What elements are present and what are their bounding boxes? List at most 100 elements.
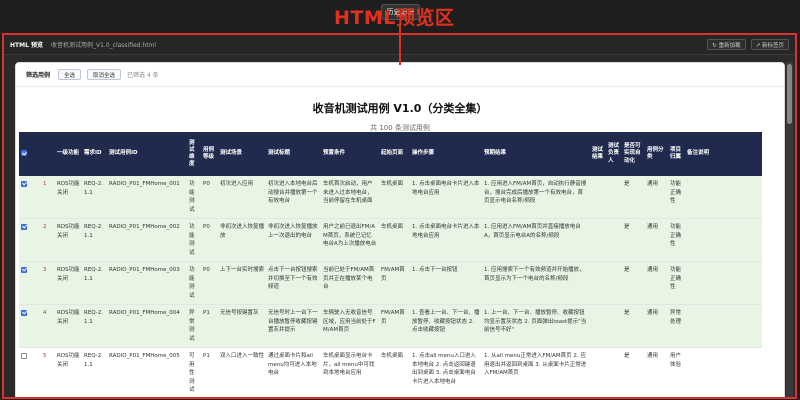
- header-col-notes: 备注说明: [685, 132, 762, 176]
- cell-title: 点击下一台按钮搜索并切换至下一个有效频道: [266, 261, 321, 306]
- html-preview-panel: HTML 预览 收音机测试用例_V1.0_classified.html ↻ 重…: [2, 33, 797, 399]
- row-checkbox-cell[interactable]: [19, 176, 41, 220]
- cell-expected: 1. 应用进入FM/AM首页，自动执行静音搜台，搜台完成后播放第一个有效电台，首…: [482, 176, 590, 220]
- cell-expected: 1. 应用进入FM/AM首页并直接播放电台A，首页显示电台A的名称/频段: [482, 218, 590, 263]
- cell-steps: 1. 点击桌面电台卡片进入本地电台应用: [410, 218, 482, 263]
- reload-button[interactable]: ↻ 重新加载: [707, 39, 746, 50]
- cell-precondition: 车机首次启动，用户未进入过本地电台，当前停留在车机桌面: [321, 176, 379, 220]
- table-row[interactable]: 5 RDS功能关闭 REQ-2.1.1 RADIO_P01_FMHome_005 可用性…: [19, 347, 762, 397]
- cell-row-number: 3: [41, 261, 55, 306]
- cell-dimension: 可用性测试: [187, 347, 201, 397]
- row-checkbox-cell[interactable]: [19, 261, 41, 306]
- row-checkbox[interactable]: [21, 180, 27, 187]
- cell-notes: [685, 261, 762, 306]
- cell-expected: 1. 从all menu正常进入FM/AM首页 2. 应用退出并返回到桌面 3.…: [482, 347, 590, 397]
- cell-case-id: RADIO_P01_FMHome_003: [107, 261, 187, 306]
- cell-function: RDS功能关闭: [55, 304, 82, 349]
- header-index-col: [41, 132, 55, 176]
- cell-project: 功能正确性: [668, 176, 685, 220]
- cell-automation: 是: [622, 261, 645, 306]
- preview-filename: 收音机测试用例_V1.0_classified.html: [51, 42, 157, 49]
- cell-category: 通用: [645, 176, 668, 220]
- cell-title: 通过桌面卡片和all menu均可进入本地电台: [266, 347, 321, 397]
- header-select-all-checkbox[interactable]: [19, 132, 41, 176]
- table-row[interactable]: 1 RDS功能关闭 REQ-2.1.1 RADIO_P01_FMHome_001 功能测…: [19, 176, 762, 220]
- new-tab-button[interactable]: ↗ 新标签页: [750, 39, 789, 50]
- cell-req-id: REQ-2.1.1: [82, 304, 107, 349]
- cell-case-id: RADIO_P01_FMHome_002: [107, 218, 187, 263]
- cell-row-number: 2: [41, 218, 55, 263]
- cell-notes: [685, 347, 762, 397]
- table-row[interactable]: 3 RDS功能关闭 REQ-2.1.1 RADIO_P01_FMHome_003 功能测…: [19, 261, 762, 306]
- cell-notes: [685, 176, 762, 220]
- cell-automation: 是: [622, 218, 645, 263]
- header-col-category: 用例分类: [645, 132, 668, 176]
- cell-level: P0: [201, 261, 218, 306]
- cell-owner: [606, 218, 622, 263]
- header-col-auto: 是否可实现自动化: [622, 132, 645, 176]
- cell-owner: [606, 176, 622, 220]
- select-all-button[interactable]: 全选: [58, 69, 82, 80]
- row-checkbox[interactable]: [21, 266, 27, 273]
- cell-notes: [685, 304, 762, 349]
- header-col-scene: 测试场景: [218, 132, 266, 176]
- table-row[interactable]: 2 RDS功能关闭 REQ-2.1.1 RADIO_P01_FMHome_002 功能测…: [19, 218, 762, 263]
- cell-req-id: REQ-2.1.1: [82, 176, 107, 220]
- cell-scene: 上下一台实时搜索: [218, 261, 266, 306]
- cell-start-page: 车机桌面: [379, 347, 410, 397]
- cell-case-id: RADIO_P01_FMHome_004: [107, 304, 187, 349]
- cell-function: RDS功能关闭: [55, 261, 82, 306]
- vertical-scrollbar[interactable]: [786, 62, 793, 397]
- cell-category: 通用: [645, 304, 668, 349]
- cell-function: RDS功能关闭: [55, 176, 82, 220]
- filter-status: 已筛选 4 条: [127, 72, 159, 79]
- deselect-all-button[interactable]: 取消全选: [87, 69, 122, 80]
- cell-steps: 1. 点击all menu入口进入本地电台 2. 点击返回键退出到桌面 3. 点…: [410, 347, 482, 397]
- filter-toolbar: 筛选用例 全选 取消全选 已筛选 4 条: [16, 63, 784, 87]
- cell-case-id: RADIO_P01_FMHome_001: [107, 176, 187, 220]
- cell-expected: 1. 应用搜索下一个有效频道并开始播放，首页显示为下一个电台的名称/频段: [482, 261, 590, 306]
- cell-result: [590, 261, 606, 306]
- row-checkbox-cell[interactable]: [19, 347, 41, 397]
- select-all-checkbox[interactable]: [21, 150, 27, 157]
- row-checkbox[interactable]: [21, 309, 27, 316]
- cell-level: P0: [201, 176, 218, 220]
- cell-steps: 1. 点击桌面电台卡片进入本地电台应用: [410, 176, 482, 220]
- cell-dimension: 功能测试: [187, 261, 201, 306]
- header-col-case-id: 测试用例ID: [107, 132, 187, 176]
- annotation-arrow-line: [399, 26, 401, 65]
- preview-area-annotation: HTML预览区: [334, 7, 455, 29]
- cell-automation: 是: [622, 176, 645, 220]
- cell-project: 异常处理: [668, 304, 685, 349]
- cell-level: P1: [201, 304, 218, 349]
- row-checkbox-cell[interactable]: [19, 304, 41, 349]
- cell-title: 初次进入本地电台后动搜台并播放第一个有效电台: [266, 176, 321, 220]
- table-row[interactable]: 4 RDS功能关闭 REQ-2.1.1 RADIO_P01_FMHome_004 异常测…: [19, 304, 762, 349]
- cell-category: 通用: [645, 218, 668, 263]
- cell-scene: 初次进入应用: [218, 176, 266, 220]
- cell-level: P0: [201, 218, 218, 263]
- cell-row-number: 5: [41, 347, 55, 397]
- row-checkbox[interactable]: [21, 223, 27, 230]
- cell-precondition: 车辆驶入无收音信号区域，应用当前处于FM/AM首页: [321, 304, 379, 349]
- cell-function: RDS功能关闭: [55, 347, 82, 397]
- header-col-expected: 预期结果: [482, 132, 590, 176]
- cell-title: 无信号时上一台下一台播放暂停收藏按键置灰并提示: [266, 304, 321, 349]
- header-col-function: 一级功能: [55, 132, 82, 176]
- document-title: 收音机测试用例 V1.0（分类全集）: [312, 102, 488, 115]
- cell-expected: 1. 上一台、下一台、播放暂停、收藏按钮均显示置灰状态 2. 页面弹出toast…: [482, 304, 590, 349]
- filter-label: 筛选用例: [26, 72, 51, 79]
- header-col-steps: 操作步骤: [410, 132, 482, 176]
- cell-project: 功能正确性: [668, 218, 685, 263]
- cell-case-id: RADIO_P01_FMHome_005: [107, 347, 187, 397]
- cell-project: 用户体验: [668, 347, 685, 397]
- cell-req-id: REQ-2.1.1: [82, 347, 107, 397]
- header-col-req-id: 需求ID: [82, 132, 107, 176]
- cell-project: 功能正确性: [668, 261, 685, 306]
- row-checkbox[interactable]: [21, 352, 27, 359]
- row-checkbox-cell[interactable]: [19, 218, 41, 263]
- cell-req-id: REQ-2.1.1: [82, 218, 107, 263]
- header-col-precondition: 预置条件: [321, 132, 379, 176]
- header-col-dimension: 测试维度: [187, 132, 201, 176]
- scrollbar-thumb[interactable]: [787, 64, 792, 124]
